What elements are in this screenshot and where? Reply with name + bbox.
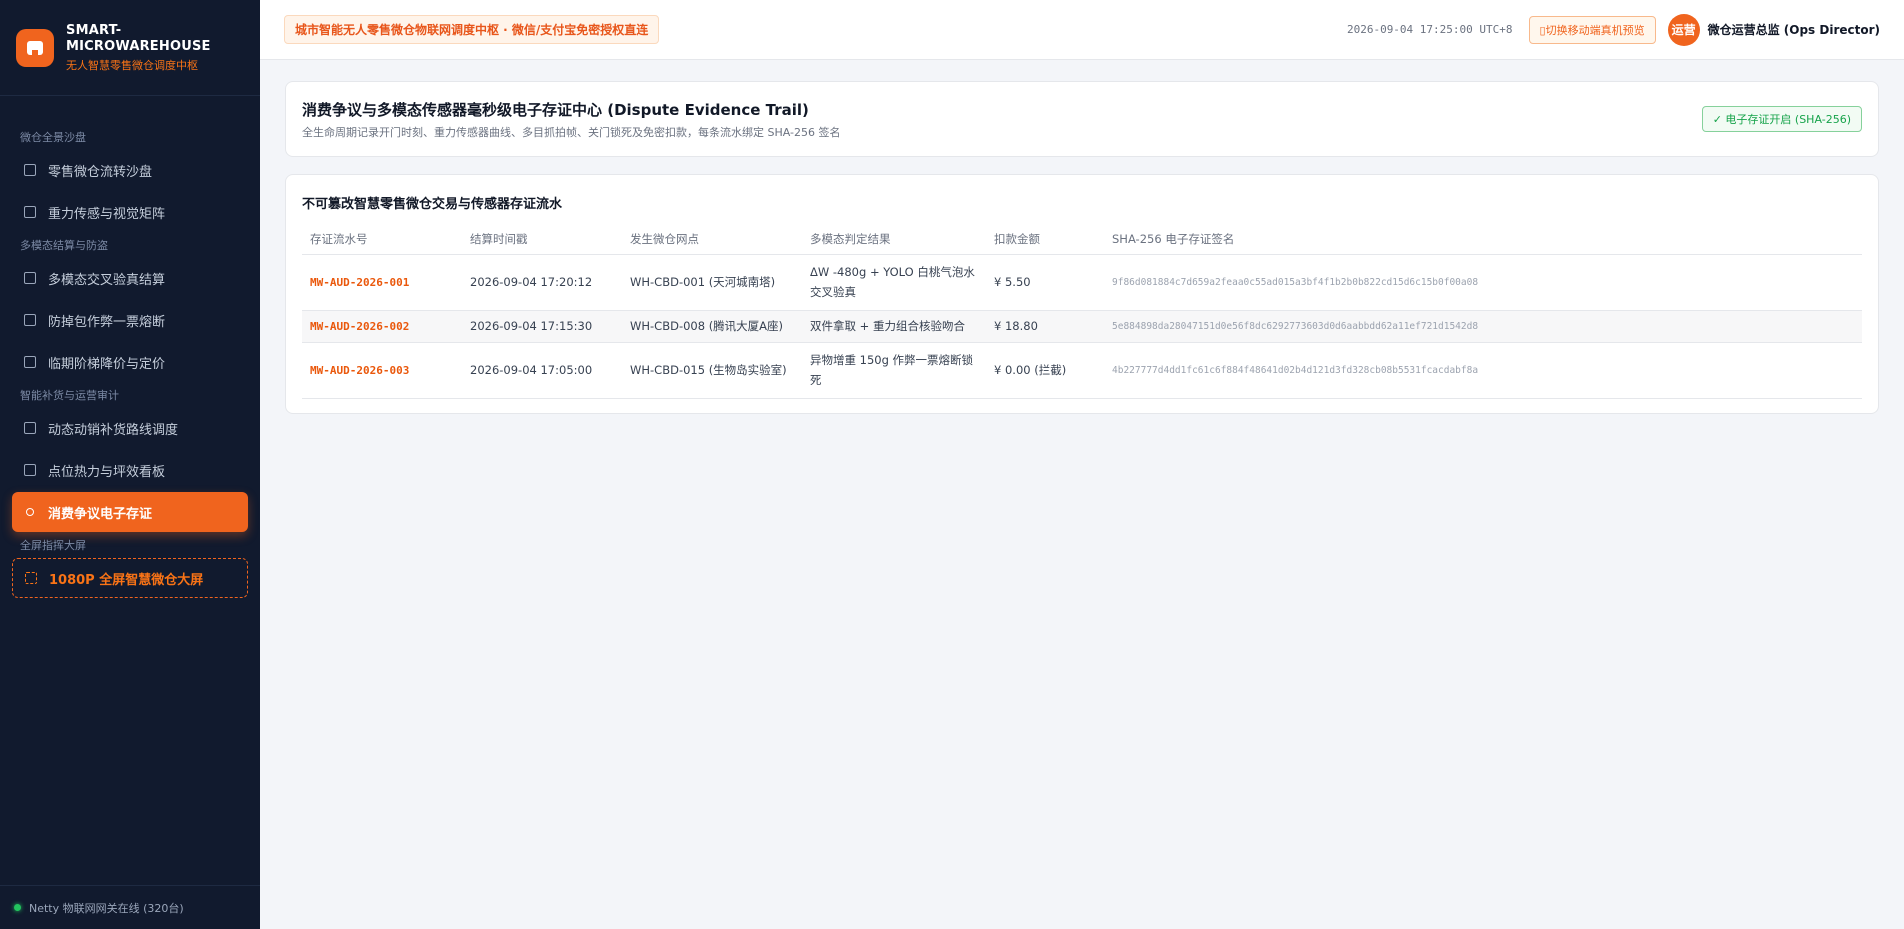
evidence-id[interactable]: MW-AUD-2026-001	[302, 254, 462, 311]
column-header: 扣款金额	[986, 224, 1104, 255]
gateway-status-text: Netty 物联网网关在线 (320台)	[29, 901, 184, 915]
sha256-hash: 9f86d081884c7d659a2feaa0c55ad015a3bf4f1b…	[1104, 254, 1862, 311]
sidebar-item-heatmap[interactable]: 点位热力与坪效看板	[12, 450, 248, 490]
verdict-text: 异物增重 150g 作弊一票熔断锁死	[810, 353, 974, 387]
topbar: 城市智能无人零售微仓物联网调度中枢 · 微信/支付宝免密授权直连 2026-09…	[260, 0, 1904, 60]
site: WH-CBD-001 (天河城南塔)	[622, 254, 802, 311]
brand-subtitle: 无人智慧零售微仓调度中枢	[66, 58, 198, 72]
clipboard-icon	[24, 356, 36, 368]
amount: ¥ 0.00 (拦截)	[986, 342, 1104, 399]
scan-icon	[24, 272, 36, 284]
sidebar-item-label: 动态动销补货路线调度	[48, 422, 179, 438]
settle-time: 2026-09-04 17:05:00	[462, 342, 622, 399]
evidence-table-card: 不可篡改智慧零售微仓交易与传感器存证流水 存证流水号 结算时间戳 发生微仓网点 …	[285, 174, 1879, 414]
sidebar-item-replenish-route[interactable]: 动态动销补货路线调度	[12, 408, 248, 448]
sidebar-item-label: 防掉包作弊一票熔断	[48, 314, 166, 330]
evidence-id[interactable]: MW-AUD-2026-003	[302, 342, 462, 399]
verdict: 双件拿取 + 重力组合核验吻合	[802, 310, 986, 343]
pie-chart-icon	[24, 464, 36, 476]
online-status-icon	[14, 904, 21, 911]
column-header: 存证流水号	[302, 224, 462, 255]
brand-title: SMART-MICROWAREHOUSE	[66, 22, 211, 54]
sidebar-item-retail-sandbox[interactable]: 零售微仓流转沙盘	[12, 150, 248, 190]
nav-group-label: 微仓全景沙盘	[20, 131, 86, 144]
mobile-preview-button[interactable]: ▯切换移动端真机预览	[1528, 15, 1656, 44]
column-header: 结算时间戳	[462, 224, 622, 255]
evidence-table: 存证流水号 结算时间戳 发生微仓网点 多模态判定结果 扣款金额 SHA-256 …	[302, 224, 1862, 399]
evidence-id[interactable]: MW-AUD-2026-002	[302, 310, 462, 343]
truck-icon	[24, 422, 36, 434]
verdict-text: 双件拿取 + 重力组合核验吻合	[810, 319, 965, 333]
brand: SMART-MICROWAREHOUSE 无人智慧零售微仓调度中枢	[0, 0, 260, 96]
sidebar-item-fullscreen[interactable]: 1080P 全屏智慧微仓大屏	[12, 558, 248, 598]
verdict: 异物增重 150g 作弊一票熔断锁死	[802, 342, 986, 399]
sidebar-item-pricing[interactable]: 临期阶梯降价与定价	[12, 342, 248, 382]
sidebar-nav: 微仓全景沙盘 零售微仓流转沙盘 重力传感与视觉矩阵 多模态结算与防盗 多模态交叉…	[0, 96, 260, 598]
table-row[interactable]: MW-AUD-2026-001 2026-09-04 17:20:12 WH-C…	[302, 254, 1862, 311]
settle-time: 2026-09-04 17:20:12	[462, 254, 622, 311]
warehouse-logo-icon	[16, 28, 54, 67]
sidebar-item-label: 多模态交叉验真结算	[48, 272, 166, 288]
table-header-row: 存证流水号 结算时间戳 发生微仓网点 多模态判定结果 扣款金额 SHA-256 …	[302, 224, 1862, 255]
sha256-hash: 4b227777d4dd1fc61c6f884f48641d02b4d121d3…	[1104, 342, 1862, 399]
sidebar-item-gravity-vision[interactable]: 重力传感与视觉矩阵	[12, 192, 248, 232]
mobile-preview-label: 切换移动端真机预览	[1545, 24, 1645, 37]
sidebar-item-label: 零售微仓流转沙盘	[48, 164, 153, 180]
sidebar-item-label: 消费争议电子存证	[48, 506, 153, 522]
notice-banner: 城市智能无人零售微仓物联网调度中枢 · 微信/支付宝免密授权直连	[284, 15, 660, 44]
amount: ¥ 5.50	[986, 254, 1104, 311]
lock-icon	[24, 314, 36, 326]
evidence-status-badge: ✓ 电子存证开启 (SHA-256)	[1701, 106, 1862, 132]
site: WH-CBD-015 (生物岛实验室)	[622, 342, 802, 399]
chip-icon	[24, 206, 36, 218]
page-title: 消费争议与多模态传感器毫秒级电子存证中心 (Dispute Evidence T…	[302, 100, 809, 119]
verdict: ΔW -480g + YOLO 白桃气泡水交叉验真	[802, 254, 986, 311]
sha256-hash: 5e884898da28047151d0e56f8dc6292773603d0d…	[1104, 310, 1862, 343]
sidebar-item-cross-verify[interactable]: 多模态交叉验真结算	[12, 258, 248, 298]
nav-group-label: 多模态结算与防盗	[20, 239, 108, 252]
table-row[interactable]: MW-AUD-2026-002 2026-09-04 17:15:30 WH-C…	[302, 310, 1862, 343]
user-name: 微仓运营总监 (Ops Director)	[1707, 23, 1880, 37]
sidebar-item-label: 点位热力与坪效看板	[48, 464, 166, 480]
settle-time: 2026-09-04 17:15:30	[462, 310, 622, 343]
clock: 2026-09-04 17:25:00 UTC+8	[1346, 23, 1513, 36]
sidebar-item-anti-fraud[interactable]: 防掉包作弊一票熔断	[12, 300, 248, 340]
fullscreen-icon	[25, 572, 37, 584]
sidebar-item-label: 重力传感与视觉矩阵	[48, 206, 166, 222]
sidebar: SMART-MICROWAREHOUSE 无人智慧零售微仓调度中枢 微仓全景沙盘…	[0, 0, 260, 929]
sidebar-item-label: 临期阶梯降价与定价	[48, 356, 166, 372]
sidebar-item-dispute-evidence[interactable]: 消费争议电子存证	[12, 492, 248, 532]
gateway-status: Netty 物联网网关在线 (320台)	[0, 885, 260, 929]
table-row[interactable]: MW-AUD-2026-003 2026-09-04 17:05:00 WH-C…	[302, 342, 1862, 399]
column-header: SHA-256 电子存证签名	[1104, 224, 1862, 255]
column-header: 发生微仓网点	[622, 224, 802, 255]
page-header-card: 消费争议与多模态传感器毫秒级电子存证中心 (Dispute Evidence T…	[285, 81, 1879, 157]
sidebar-item-label: 1080P 全屏智慧微仓大屏	[49, 572, 204, 588]
table-title: 不可篡改智慧零售微仓交易与传感器存证流水	[302, 197, 563, 212]
verdict-text: ΔW -480g + YOLO 白桃气泡水交叉验真	[810, 265, 975, 299]
site: WH-CBD-008 (腾讯大厦A座)	[622, 310, 802, 343]
column-header: 多模态判定结果	[802, 224, 986, 255]
store-icon	[24, 164, 36, 176]
user-icon	[26, 508, 34, 516]
avatar[interactable]: 运营	[1667, 13, 1700, 46]
amount: ¥ 18.80	[986, 310, 1104, 343]
nav-group-label: 全屏指挥大屏	[20, 539, 86, 552]
page-subtitle: 全生命周期记录开门时刻、重力传感器曲线、多目抓拍帧、关门锁死及免密扣款，每条流水…	[302, 125, 841, 139]
nav-group-label: 智能补货与运营审计	[20, 389, 119, 402]
